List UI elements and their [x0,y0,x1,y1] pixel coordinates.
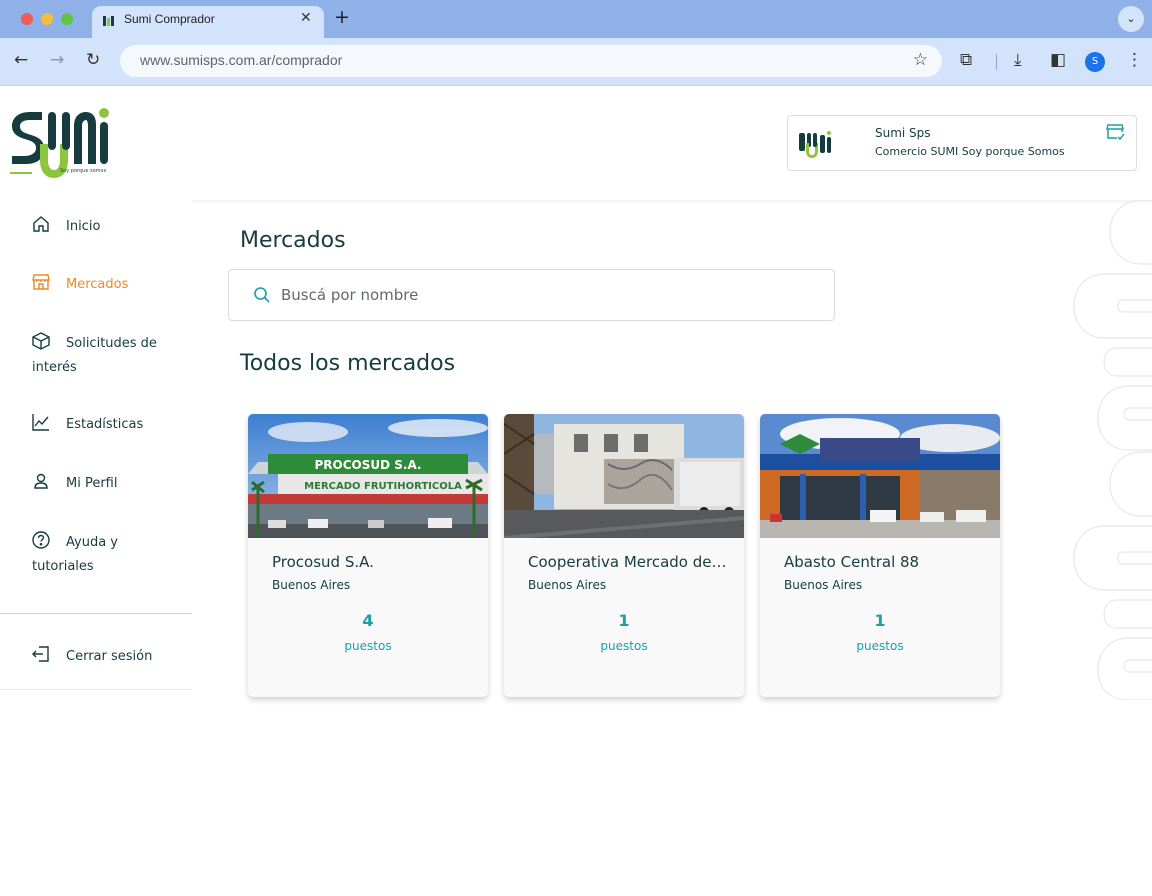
app-header: Soy porque somos Sumi Sps Comercio SUMI … [0,86,1152,200]
sumi-favicon-icon [103,16,114,26]
market-card-abasto[interactable]: Abasto Central 88 Buenos Aires 1 puestos [760,414,1000,697]
market-stall-unit: puestos [856,639,904,653]
logout-label: Cerrar sesión [66,649,153,664]
bookmark-star-icon[interactable]: ☆ [913,50,928,70]
markets-grid: PROCOSUD S.A. MERCADO FRUTIHORTICOLA Pro… [248,414,1008,704]
sidebar: Inicio Mercados Solicitudes de interés E… [0,200,192,690]
url-text[interactable]: www.sumisps.com.ar/comprador [140,52,342,68]
sidebar-divider [0,613,192,614]
logo-tagline: Soy porque somos [60,168,107,174]
market-stall-count: 4 [362,611,374,630]
side-panel-icon[interactable]: ◧ [1050,50,1066,70]
market-name: Procosud S.A. [272,553,374,571]
menu-kebab-icon[interactable]: ⋮ [1126,50,1143,70]
tab-close-icon[interactable]: ✕ [300,10,312,26]
market-name: Abasto Central 88 [784,553,920,571]
market-name: Cooperativa Mercado de Productores [528,553,728,571]
market-image-procosud: PROCOSUD S.A. MERCADO FRUTIHORTICOLA [248,414,488,538]
browser-toolbar: ← → ↻ www.sumisps.com.ar/comprador ☆ ⧉ ⤓… [0,38,1152,86]
market-card-procosud[interactable]: PROCOSUD S.A. MERCADO FRUTIHORTICOLA Pro… [248,414,488,697]
box-icon [32,332,50,350]
back-arrow-icon[interactable]: ← [14,50,28,70]
market-stall-count: 1 [874,611,886,630]
address-bar[interactable]: www.sumisps.com.ar/comprador ☆ [120,45,942,77]
sidebar-item-inicio[interactable]: Inicio [32,215,182,239]
sidebar-item-estadisticas[interactable]: Estadísticas [32,413,182,437]
market-location: Buenos Aires [528,578,607,592]
store-profile-card[interactable]: Sumi Sps Comercio SUMI Soy porque Somos [787,115,1137,171]
market-location: Buenos Aires [784,578,863,592]
sidebar-item-ayuda[interactable]: Ayuda y tutoriales [32,531,182,579]
browser-tab[interactable]: Sumi Comprador ✕ [92,6,324,38]
sidebar-item-mercados[interactable]: Mercados [32,273,182,297]
forward-arrow-icon[interactable]: → [50,50,64,70]
help-icon [32,531,50,549]
browser-tab-strip: Sumi Comprador ✕ + ⌄ [0,0,1152,38]
logout-icon [32,646,49,662]
market-stall-unit: puestos [344,639,392,653]
market-card-cooperativa[interactable]: Cooperativa Mercado de Productores Bueno… [504,414,744,697]
store-name: Sumi Sps [875,126,931,140]
toolbar-separator [996,54,997,70]
sidebar-bottom-divider [0,689,192,690]
minimize-window-button[interactable] [41,13,53,25]
download-icon[interactable]: ⤓ [1014,50,1022,70]
market-stall-unit: puestos [600,639,648,653]
search-icon [254,287,270,303]
sidebar-item-label: Estadísticas [66,417,144,432]
market-stall-count: 1 [618,611,630,630]
maximize-window-button[interactable] [61,13,73,25]
section-title: Todos los mercados [240,351,456,376]
procosud-sign-bottom: MERCADO FRUTIHORTICOLA [304,481,462,492]
market-image-abasto [760,414,1000,538]
sidebar-item-label: Ayuda y tutoriales [32,535,118,574]
page-content: Soy porque somos Sumi Sps Comercio SUMI … [0,86,1152,896]
page-title: Mercados [240,228,346,253]
search-box[interactable] [228,269,835,321]
procosud-sign-top: PROCOSUD S.A. [314,458,421,472]
market-location: Buenos Aires [272,578,351,592]
sidebar-item-label: Mi Perfil [66,476,118,491]
reload-icon[interactable]: ↻ [86,50,100,70]
store-icon [32,274,50,290]
sidebar-item-label: Inicio [66,219,101,234]
sidebar-item-label: Solicitudes de interés [32,336,157,375]
tab-title: Sumi Comprador [124,12,215,26]
sidebar-item-mi-perfil[interactable]: Mi Perfil [32,472,182,496]
user-icon [34,473,48,489]
tab-search-chevron-icon[interactable]: ⌄ [1118,6,1144,32]
close-window-button[interactable] [21,13,33,25]
sidebar-item-solicitudes[interactable]: Solicitudes de interés [32,332,182,380]
search-input[interactable] [281,284,801,306]
decorative-background-pattern [1073,200,1152,700]
store-logo [799,131,831,158]
home-icon [33,216,49,232]
extensions-puzzle-icon[interactable]: ⧉ [960,50,972,70]
store-check-icon[interactable] [1106,122,1126,142]
sidebar-item-label: Mercados [66,277,129,292]
logout-button[interactable]: Cerrar sesión [32,645,182,669]
new-tab-icon[interactable]: + [334,6,350,28]
chart-icon [32,414,49,431]
market-image-cooperativa [504,414,744,538]
store-description: Comercio SUMI Soy porque Somos [875,145,1065,158]
profile-avatar[interactable]: S [1085,52,1105,72]
